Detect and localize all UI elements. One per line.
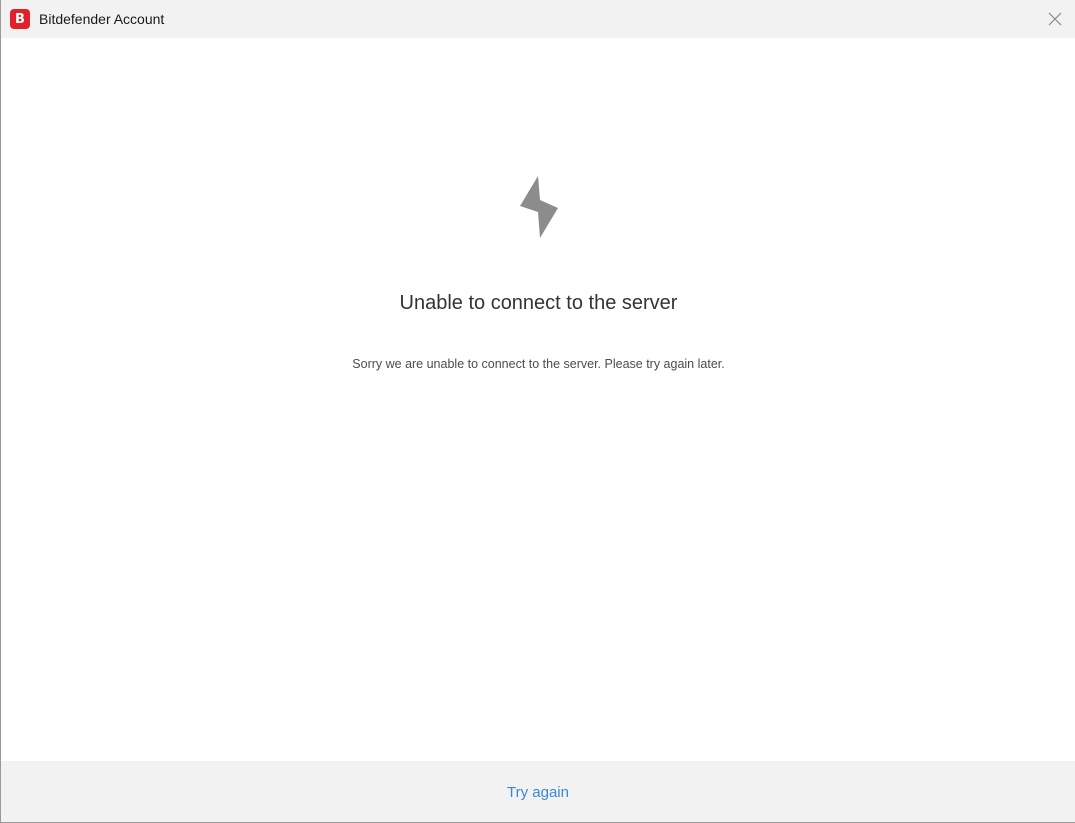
bitdefender-logo: B <box>10 9 30 29</box>
error-message: Sorry we are unable to connect to the se… <box>352 357 725 371</box>
close-icon <box>1048 12 1062 26</box>
logo-letter: B <box>15 11 25 27</box>
try-again-link[interactable]: Try again <box>507 784 569 801</box>
error-heading: Unable to connect to the server <box>399 292 678 314</box>
footer-bar: Try again <box>1 761 1075 822</box>
title-bar: B Bitdefender Account <box>1 0 1075 38</box>
lightning-bolt-icon <box>520 176 558 238</box>
error-panel: Unable to connect to the server Sorry we… <box>1 38 1075 760</box>
close-button[interactable] <box>1045 9 1065 29</box>
window-title: Bitdefender Account <box>39 11 165 27</box>
bitdefender-account-window: B Bitdefender Account Unable to connect … <box>0 0 1075 823</box>
